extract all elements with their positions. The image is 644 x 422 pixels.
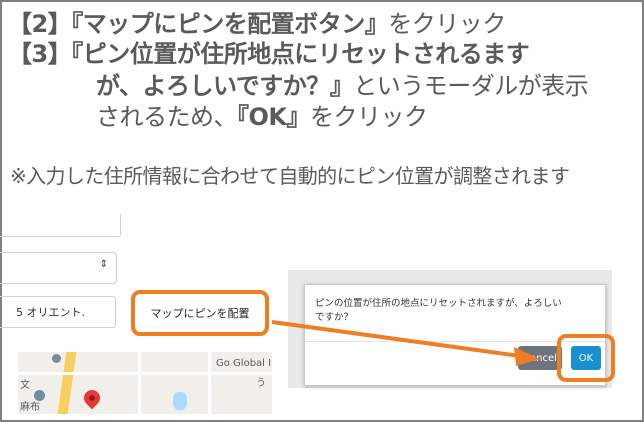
instruction-step-3: 【3】『ピン位置が住所地点にリセットされるます <box>8 40 530 68</box>
map-road <box>208 352 211 414</box>
map-road <box>57 352 77 414</box>
map-view[interactable]: Go Global I 文 麻布 う <box>18 352 272 414</box>
select-caret-icon: ⇕ <box>99 259 108 270</box>
map-road <box>138 352 141 414</box>
instruction-text: されるため、 <box>96 103 238 131</box>
map-label: 麻布 <box>20 402 40 413</box>
map-poi-icon <box>52 354 61 363</box>
map-water <box>173 392 187 410</box>
instruction-text: をクリック <box>388 10 506 38</box>
step-number: 【3】 <box>8 40 72 68</box>
prefecture-select[interactable]: ⇕ <box>0 252 117 284</box>
map-label: う <box>256 378 266 389</box>
instruction-text: というモーダルが表示 <box>353 72 589 100</box>
instruction-step-3-cont: が、よろしいですか？』というモーダルが表示 <box>96 72 589 100</box>
instruction-bold: 『ピン位置が住所地点にリセットされるます <box>71 40 530 68</box>
place-pin-on-map-button[interactable]: マップにピンを配置 <box>131 290 269 336</box>
instruction-bold: 『OK』 <box>237 103 311 131</box>
map-label: 文 <box>20 380 30 391</box>
map-pin-icon[interactable] <box>80 386 104 410</box>
place-pin-button-label: マップにピンを配置 <box>150 307 250 320</box>
address-input[interactable]: 5 オリエント. <box>0 296 116 328</box>
instruction-step-2: 【2】『マップにピンを配置ボタン』をクリック <box>8 10 506 38</box>
cancel-button[interactable]: Cancel <box>518 346 562 370</box>
instruction-step-3-end: されるため、『OK』をクリック <box>96 103 428 131</box>
instruction-text: をクリック <box>310 103 428 131</box>
map-label: Go Global I <box>216 358 272 369</box>
instruction-bold: 『マップにピンを配置ボタン』 <box>71 10 389 38</box>
ok-highlight-ring <box>557 334 615 382</box>
instruction-bold: が、よろしいですか？』 <box>96 72 354 100</box>
auto-adjust-note: ※入力した住所情報に合わせて自動的にピン位置が調整されます <box>10 164 570 188</box>
step-number: 【2】 <box>8 10 72 38</box>
form-field-top[interactable] <box>0 214 121 237</box>
map-road <box>18 372 272 375</box>
modal-message: ピンの位置が住所の地点にリセットされますが、よろしいですか？ <box>315 298 562 323</box>
